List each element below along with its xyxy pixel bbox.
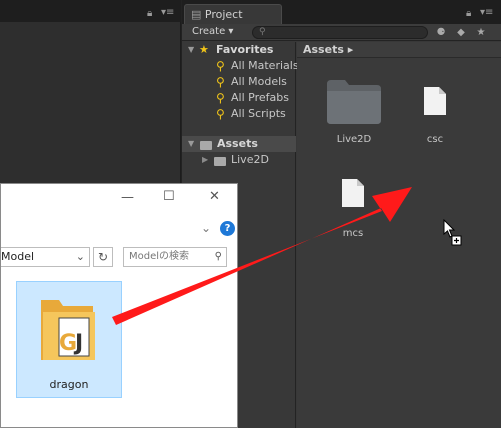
favorite-item[interactable]: ⚲ All Materials bbox=[182, 58, 299, 74]
project-tab[interactable]: ▤ Project bbox=[184, 4, 282, 24]
assets-grid: Assets ▸ Live2D csc mcs bbox=[297, 42, 501, 428]
maximize-icon[interactable]: ☐ bbox=[163, 189, 175, 204]
folder-icon bbox=[200, 141, 212, 150]
file-explorer-window: — ☐ ✕ ⌄ ? Model ⌄ ↻ Modelの検索 ⚲ G J drago… bbox=[0, 183, 238, 428]
panel-menu-icon[interactable]: ▾≡ bbox=[480, 7, 493, 18]
filter-by-type-icon[interactable]: ⚈ bbox=[434, 26, 448, 39]
left-tab-bar: 🔒︎ ▾≡ bbox=[0, 0, 181, 22]
tree-item-label: Live2D bbox=[231, 153, 269, 166]
asset-label: csc bbox=[426, 134, 444, 145]
folder-icon bbox=[327, 80, 381, 124]
project-toolbar: Create ▾ ⚲ ⚈ ◆ ★ bbox=[182, 24, 501, 41]
project-tab-label: Project bbox=[204, 8, 243, 21]
explorer-search-input[interactable]: Modelの検索 ⚲ bbox=[123, 247, 227, 267]
lock-icon[interactable]: 🔒︎ bbox=[147, 8, 152, 19]
address-value: Model bbox=[1, 250, 35, 263]
file-icon bbox=[424, 87, 446, 115]
favorites-label: Favorites bbox=[216, 43, 274, 56]
address-bar[interactable]: Model ⌄ bbox=[1, 247, 90, 267]
asset-label: mcs bbox=[342, 228, 364, 239]
search-icon: ⚲ bbox=[214, 251, 222, 262]
caret-down-icon[interactable]: ▼ bbox=[188, 42, 194, 58]
minimize-icon[interactable]: — bbox=[121, 190, 134, 205]
star-icon: ★ bbox=[199, 43, 209, 56]
refresh-icon: ↻ bbox=[97, 250, 109, 264]
filter-by-label-icon[interactable]: ◆ bbox=[454, 26, 468, 39]
chevron-down-icon[interactable]: ⌄ bbox=[201, 221, 211, 235]
search-icon: ⚲ bbox=[216, 59, 225, 73]
assets-breadcrumb[interactable]: Assets ▸ bbox=[297, 42, 501, 58]
close-icon[interactable]: ✕ bbox=[209, 189, 220, 204]
favorite-item[interactable]: ⚲ All Scripts bbox=[182, 106, 296, 122]
create-dropdown-button[interactable]: Create ▾ bbox=[188, 25, 237, 40]
explorer-search-placeholder: Modelの検索 bbox=[129, 251, 190, 262]
asset-file-mcs[interactable]: mcs bbox=[323, 174, 383, 239]
favorites-star-icon[interactable]: ★ bbox=[474, 26, 488, 39]
search-icon: ⚲ bbox=[259, 27, 266, 37]
panel-menu-icon[interactable]: ▾≡ bbox=[161, 7, 174, 18]
chevron-down-icon[interactable]: ⌄ bbox=[76, 248, 85, 266]
caret-down-icon[interactable]: ▼ bbox=[188, 136, 194, 152]
project-tab-icon: ▤ bbox=[191, 8, 205, 21]
help-icon[interactable]: ? bbox=[220, 221, 235, 236]
search-icon: ⚲ bbox=[216, 91, 225, 105]
dragon-app-icon: G J bbox=[41, 300, 95, 360]
tree-item-live2d[interactable]: ▶ Live2D bbox=[182, 152, 296, 168]
asset-label: Live2D bbox=[336, 134, 372, 145]
favorite-item[interactable]: ⚲ All Prefabs bbox=[182, 90, 296, 106]
favorite-item-label: All Models bbox=[231, 75, 287, 88]
tree-assets-label: Assets bbox=[217, 137, 258, 150]
favorite-item-label: All Prefabs bbox=[231, 91, 289, 104]
file-label: dragon bbox=[49, 378, 89, 391]
search-icon: ⚲ bbox=[216, 107, 225, 121]
window-controls: — ☐ ✕ bbox=[111, 189, 239, 210]
favorite-item[interactable]: ⚲ All Models bbox=[182, 74, 296, 90]
drag-copy-cursor-icon bbox=[443, 219, 462, 246]
file-icon bbox=[342, 179, 364, 207]
tree-item-favorites[interactable]: ▼ ★ Favorites bbox=[182, 42, 296, 58]
svg-text:J: J bbox=[73, 331, 83, 356]
lock-icon[interactable]: 🔒︎ bbox=[466, 8, 471, 19]
caret-right-icon[interactable]: ▶ bbox=[202, 152, 208, 168]
refresh-button[interactable]: ↻ bbox=[93, 247, 113, 267]
favorite-item-label: All Materials bbox=[231, 59, 299, 72]
asset-file-csc[interactable]: csc bbox=[405, 82, 465, 146]
project-tab-bar: ▤ Project 🔒︎ ▾≡ bbox=[182, 0, 501, 24]
project-search-input[interactable]: ⚲ bbox=[252, 26, 428, 39]
folder-icon bbox=[214, 157, 226, 166]
file-item-dragon[interactable]: G J dragon bbox=[16, 281, 122, 398]
favorite-item-label: All Scripts bbox=[231, 107, 286, 120]
search-icon: ⚲ bbox=[216, 75, 225, 89]
asset-folder-live2d[interactable]: Live2D bbox=[319, 76, 389, 146]
tree-item-assets[interactable]: ▼ Assets bbox=[182, 136, 296, 152]
